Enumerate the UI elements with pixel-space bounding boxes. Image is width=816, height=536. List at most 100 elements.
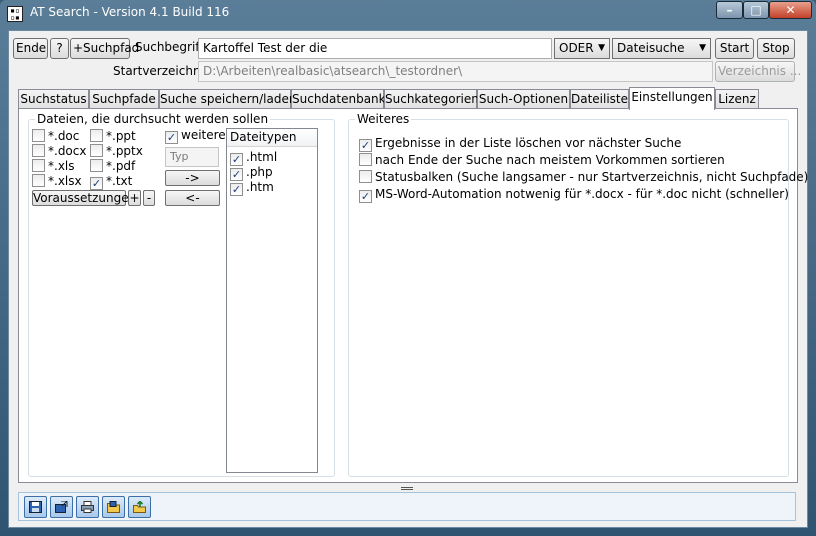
checkbox-label: .php	[246, 165, 273, 179]
checkbox-label: *.pdf	[106, 159, 136, 173]
minus-button[interactable]: -	[143, 190, 155, 206]
chevron-down-icon: ▼	[699, 43, 706, 53]
checkbox-label: MS-Word-Automation notwenig für *.docx -…	[375, 187, 789, 201]
tab-lizenz[interactable]: Lizenz	[715, 89, 759, 109]
print-button[interactable]	[76, 496, 99, 518]
tab-einstellungen[interactable]: Einstellungen	[629, 87, 715, 110]
weiteres-group: Weiteres ✓ Ergebnisse in der Liste lösche…	[348, 112, 808, 477]
files-group: Dateien, die durchsucht werden sollen *.…	[28, 112, 335, 477]
checkbox-box: ✓	[165, 131, 178, 144]
checkbox-box	[32, 174, 45, 187]
close-button[interactable]: ✕	[769, 1, 812, 19]
list-item[interactable]: ✓ .html	[230, 150, 278, 166]
checkbox-label: *.ppt	[106, 129, 136, 143]
type-checkbox-ppt[interactable]: *.ppt	[90, 129, 136, 144]
checkbox-box	[90, 129, 103, 142]
voraussetzungen-button[interactable]: Voraussetzungen	[32, 190, 136, 206]
type-checkbox-pptx[interactable]: *.pptx	[90, 144, 143, 159]
files-group-title: Dateien, die durchsucht werden sollen	[35, 112, 271, 126]
list-header: Dateitypen	[227, 129, 317, 147]
help-button[interactable]: ?	[50, 38, 69, 59]
print-icon	[81, 501, 94, 513]
list-item[interactable]: ✓ .php	[230, 165, 273, 181]
scope-select[interactable]: Dateisuche ▼	[612, 38, 711, 59]
plus-button[interactable]: +	[128, 190, 141, 206]
checkbox-box: ✓	[230, 183, 243, 196]
suchbegriff-input[interactable]: Kartoffel Test der die	[198, 38, 552, 59]
stop-button[interactable]: Stop	[757, 38, 795, 59]
tab-suchdatenbank[interactable]: Suchdatenbank	[291, 89, 386, 109]
checkbox-box	[90, 159, 103, 172]
bottom-toolbar	[18, 492, 796, 521]
mode-select[interactable]: ODER ▼	[554, 38, 610, 59]
save-button[interactable]	[24, 496, 47, 518]
export-button[interactable]	[128, 496, 151, 518]
tab-dateiliste[interactable]: Dateiliste	[570, 89, 629, 109]
option-sortieren[interactable]: nach Ende der Suche nach meistem Vorkomm…	[359, 153, 725, 168]
tab-such-optionen[interactable]: Such-Optionen	[477, 89, 570, 109]
start-button[interactable]: Start	[715, 38, 754, 59]
weitere-checkbox[interactable]: ✓ weitere	[165, 128, 226, 144]
weiteres-group-title: Weiteres	[355, 112, 412, 126]
dateitypen-list[interactable]: Dateitypen ✓ .html ✓ .php ✓ .htm	[226, 128, 318, 473]
add-type-button[interactable]: ->	[165, 170, 220, 186]
checkbox-box	[32, 129, 45, 142]
checkbox-label: *.doc	[48, 129, 80, 143]
maximize-button[interactable]: □	[743, 1, 769, 19]
checkbox-box	[32, 144, 45, 157]
suchbegriff-label: Suchbegriff	[135, 40, 204, 54]
window-title: AT Search - Version 4.1 Build 116	[30, 5, 230, 19]
checkbox-label: *.pptx	[106, 144, 143, 158]
startverzeichnis-label: Startverzeichnis	[113, 64, 211, 78]
scope-select-value: Dateisuche	[617, 41, 685, 55]
type-checkbox-pdf[interactable]: *.pdf	[90, 159, 135, 174]
checkbox-label: weitere	[181, 128, 226, 142]
open-button[interactable]	[50, 496, 73, 518]
startverzeichnis-input: D:\Arbeiten\realbasic\atsearch\_testordn…	[198, 61, 713, 82]
title-bar[interactable]: ▪▫ ▫▪ AT Search - Version 4.1 Build 116 –…	[0, 0, 816, 28]
mode-select-value: ODER	[559, 41, 594, 55]
type-checkbox-docx[interactable]: *.docx	[32, 144, 86, 159]
type-checkbox-xlsx[interactable]: *.xlsx	[32, 174, 82, 189]
open-icon	[55, 501, 68, 513]
export-icon	[133, 501, 146, 513]
app-window: ▪▫ ▫▪ AT Search - Version 4.1 Build 116 –…	[0, 0, 816, 536]
checkbox-box	[32, 159, 45, 172]
checkbox-label: nach Ende der Suche nach meistem Vorkomm…	[375, 153, 725, 167]
tab-bar: Suchstatus Suchpfade Suche speichern/lad…	[18, 87, 798, 110]
app-icon[interactable]: ▪▫ ▫▪	[7, 6, 23, 22]
tab-suchstatus[interactable]: Suchstatus	[18, 89, 89, 109]
checkbox-label: *.txt	[106, 174, 133, 188]
checkbox-box: ✓	[359, 190, 372, 203]
option-word-automation[interactable]: ✓ MS-Word-Automation notwenig für *.docx …	[359, 187, 789, 203]
ende-button[interactable]: Ende	[13, 38, 48, 59]
checkbox-label: *.xlsx	[48, 174, 82, 188]
minimize-button[interactable]: –	[716, 1, 743, 19]
tab-suche-speichern[interactable]: Suche speichern/laden	[159, 89, 296, 109]
folder-icon	[107, 501, 120, 513]
checkbox-label: *.xls	[48, 159, 75, 173]
list-item[interactable]: ✓ .htm	[230, 180, 274, 196]
type-checkbox-txt[interactable]: ✓ *.txt	[90, 174, 133, 190]
checkbox-box	[359, 170, 372, 183]
type-checkbox-xls[interactable]: *.xls	[32, 159, 75, 174]
tab-suchkategorien[interactable]: Suchkategorien	[384, 89, 479, 109]
verzeichnis-button: Verzeichnis ...	[715, 61, 801, 82]
typ-input[interactable]: Typ	[165, 147, 219, 167]
settings-panel: Dateien, die durchsucht werden sollen *.…	[18, 108, 808, 483]
option-ergebnisse-loeschen[interactable]: ✓ Ergebnisse in der Liste löschen vor näc…	[359, 136, 682, 152]
checkbox-label: Statusbalken (Suche langsamer - nur Star…	[375, 170, 809, 184]
add-suchpfad-button[interactable]: +Suchpfad	[70, 38, 139, 59]
folder-button[interactable]	[102, 496, 125, 518]
checkbox-box	[90, 144, 103, 157]
checkbox-label: *.docx	[48, 144, 87, 158]
chevron-down-icon: ▼	[598, 43, 605, 53]
checkbox-label: .html	[246, 150, 278, 164]
checkbox-box: ✓	[359, 139, 372, 152]
remove-type-button[interactable]: <-	[165, 190, 220, 206]
tab-suchpfade[interactable]: Suchpfade	[89, 89, 159, 109]
type-checkbox-doc[interactable]: *.doc	[32, 129, 79, 144]
checkbox-box: ✓	[90, 177, 103, 190]
checkbox-label: Ergebnisse in der Liste löschen vor näch…	[375, 136, 682, 150]
option-statusbalken[interactable]: Statusbalken (Suche langsamer - nur Star…	[359, 170, 808, 185]
